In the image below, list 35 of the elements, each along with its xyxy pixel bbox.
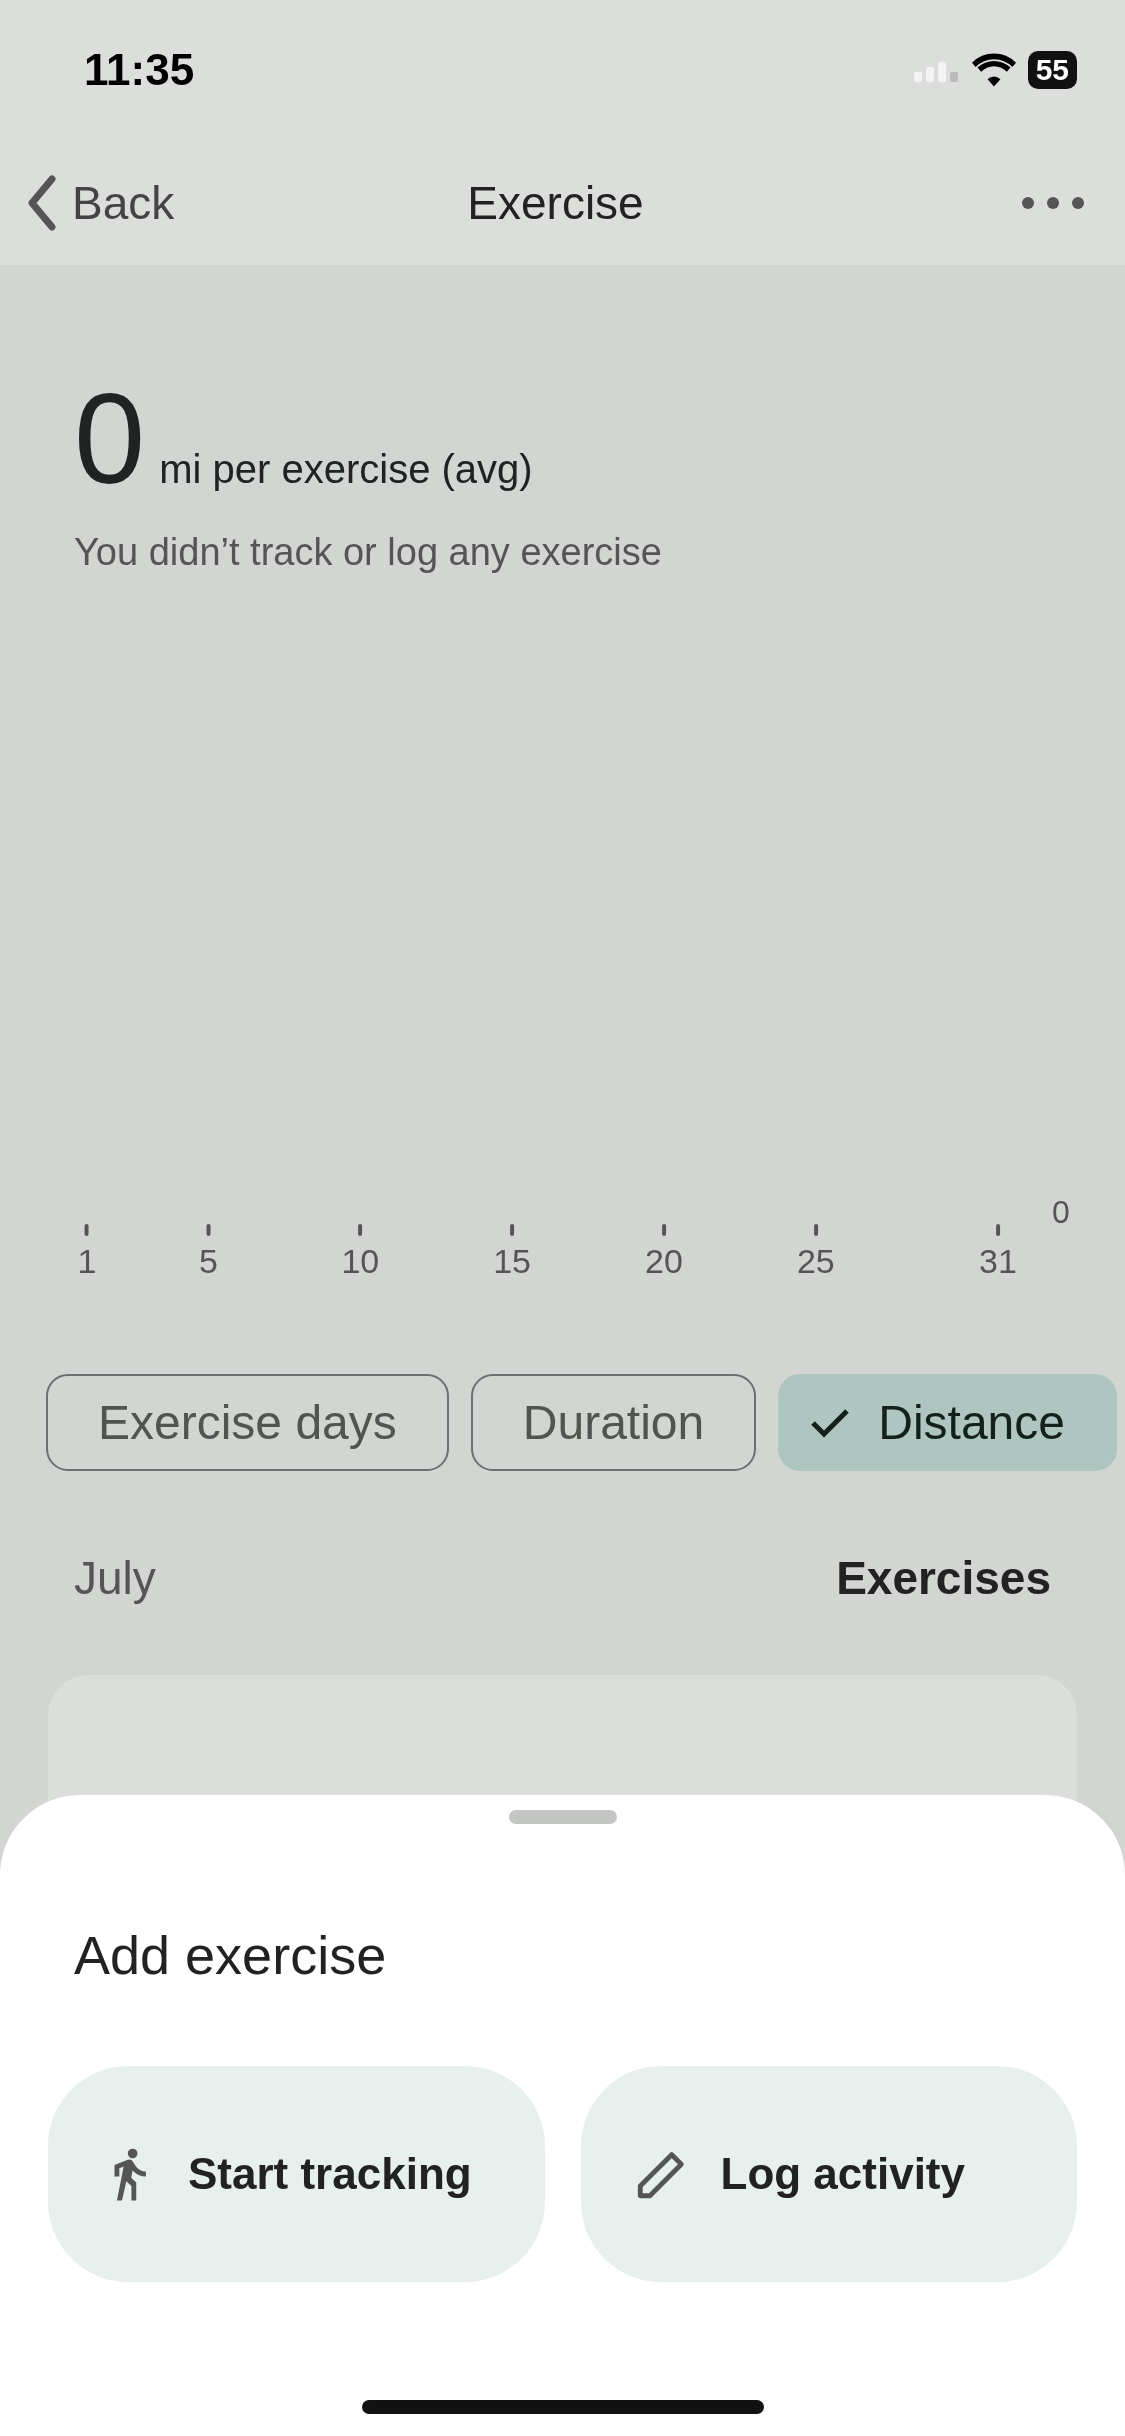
filter-chip[interactable]: Distance — [778, 1374, 1117, 1471]
tick-mark — [510, 1224, 515, 1236]
filter-chip[interactable]: Duration — [470, 1374, 757, 1471]
axis-label: 25 — [796, 1242, 835, 1281]
tick-mark — [206, 1224, 211, 1236]
column-header: Exercises — [836, 1551, 1051, 1605]
screen-title: Exercise — [467, 175, 644, 230]
axis-label: 31 — [979, 1242, 1017, 1281]
status-time: 11:35 — [84, 45, 195, 95]
tick-mark — [358, 1224, 363, 1236]
axis-label: 5 — [199, 1242, 218, 1281]
tick-mark — [813, 1224, 818, 1236]
chevron-left-icon — [26, 174, 56, 231]
axis-label: 0 — [1052, 1194, 1070, 1231]
tick-mark — [661, 1224, 666, 1236]
average-value: 0 — [74, 375, 146, 503]
axis-label: 1 — [77, 1242, 97, 1281]
sheet-title: Add exercise — [74, 1924, 388, 1986]
action-button[interactable]: Log activity — [580, 2066, 1077, 2282]
axis-label: 15 — [493, 1242, 532, 1281]
check-icon — [810, 1407, 851, 1438]
axis-label: 20 — [645, 1242, 683, 1281]
action-button[interactable]: Start tracking — [48, 2066, 545, 2282]
back-button[interactable]: Back — [26, 174, 175, 231]
sheet-handle[interactable] — [508, 1810, 617, 1824]
battery-level: 55 — [1027, 51, 1077, 89]
more-icon[interactable] — [1021, 195, 1085, 210]
tick-mark — [996, 1224, 1000, 1236]
tick-mark — [85, 1224, 89, 1236]
filter-chip[interactable]: Exercise days — [46, 1374, 449, 1471]
empty-note: You didn’t track or log any exercise — [74, 531, 663, 574]
wifi-icon — [971, 53, 1016, 87]
month-label: July — [74, 1551, 156, 1605]
axis-label: 10 — [341, 1242, 380, 1281]
average-unit: mi per exercise (avg) — [159, 447, 533, 492]
